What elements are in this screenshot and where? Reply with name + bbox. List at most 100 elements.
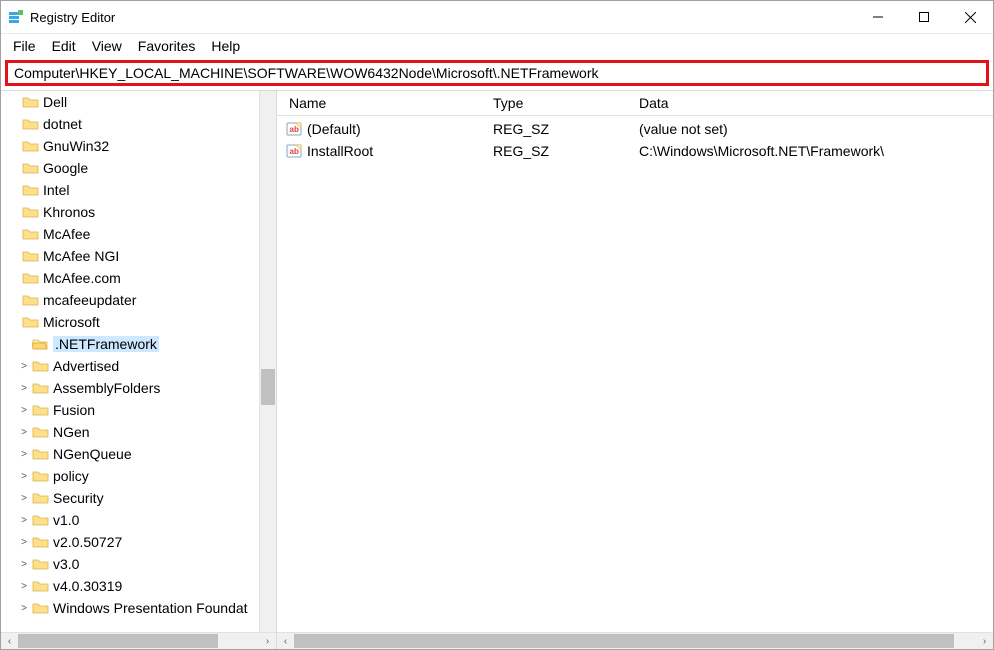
menu-edit[interactable]: Edit: [44, 36, 84, 56]
chevron-right-icon[interactable]: >: [17, 581, 31, 592]
folder-icon: [31, 490, 49, 506]
column-name[interactable]: Name: [281, 91, 485, 115]
list-body: ab(Default)REG_SZ(value not set)abInstal…: [277, 116, 993, 632]
value-name: InstallRoot: [307, 143, 373, 159]
menu-favorites[interactable]: Favorites: [130, 36, 204, 56]
menu-help[interactable]: Help: [203, 36, 248, 56]
tree-item-label: Khronos: [43, 204, 95, 220]
maximize-button[interactable]: [901, 1, 947, 33]
folder-icon: [21, 292, 39, 308]
chevron-right-icon[interactable]: >: [17, 537, 31, 548]
tree-item[interactable]: >AssemblyFolders: [1, 377, 259, 399]
folder-icon: [21, 270, 39, 286]
folder-icon: [21, 204, 39, 220]
chevron-right-icon[interactable]: >: [17, 603, 31, 614]
chevron-right-icon[interactable]: >: [17, 405, 31, 416]
tree-item[interactable]: > policy: [1, 465, 259, 487]
folder-icon: [31, 446, 49, 462]
tree-item[interactable]: > NGen: [1, 421, 259, 443]
list-header: Name Type Data: [277, 91, 993, 116]
tree-item[interactable]: dotnet: [1, 113, 259, 135]
tree-item[interactable]: Google: [1, 157, 259, 179]
folder-icon: [21, 182, 39, 198]
column-data[interactable]: Data: [631, 91, 993, 115]
tree-horizontal-scrollbar[interactable]: ‹ ›: [1, 632, 276, 649]
tree-item[interactable]: >v1.0: [1, 509, 259, 531]
folder-icon: [31, 380, 49, 396]
tree-item[interactable]: > v3.0: [1, 553, 259, 575]
folder-icon: [31, 578, 49, 594]
tree-item[interactable]: mcafeeupdater: [1, 289, 259, 311]
chevron-right-icon[interactable]: >: [17, 383, 31, 394]
scroll-left-icon[interactable]: ‹: [277, 633, 294, 650]
tree-item[interactable]: > Windows Presentation Foundat: [1, 597, 259, 619]
folder-icon: [31, 556, 49, 572]
tree-pane: Dell dotnet GnuWin32 Google Intel Khronos McAf…: [1, 91, 277, 649]
menubar: File Edit View Favorites Help: [1, 34, 993, 58]
tree-item-label: v3.0: [53, 556, 79, 572]
tree-item[interactable]: >NGenQueue: [1, 443, 259, 465]
address-bar[interactable]: [5, 60, 989, 86]
tree-item[interactable]: >Security: [1, 487, 259, 509]
window-title: Registry Editor: [30, 10, 855, 25]
scroll-right-icon[interactable]: ›: [976, 633, 993, 650]
tree-item[interactable]: GnuWin32: [1, 135, 259, 157]
tree-item-label: NGen: [53, 424, 90, 440]
tree-item-label: dotnet: [43, 116, 82, 132]
chevron-right-icon[interactable]: >: [17, 493, 31, 504]
tree-item-label: Google: [43, 160, 88, 176]
titlebar[interactable]: Registry Editor: [1, 1, 993, 34]
menu-view[interactable]: View: [84, 36, 130, 56]
tree-item-label: v2.0.50727: [53, 534, 122, 550]
scrollbar-thumb[interactable]: [18, 634, 218, 648]
tree-item[interactable]: >Fusion: [1, 399, 259, 421]
tree-item-label: v4.0.30319: [53, 578, 122, 594]
scrollbar-thumb[interactable]: [261, 369, 275, 405]
folder-icon: [21, 116, 39, 132]
window-buttons: [855, 1, 993, 33]
folder-icon: [31, 402, 49, 418]
scroll-left-icon[interactable]: ‹: [1, 633, 18, 650]
tree-item[interactable]: Dell: [1, 91, 259, 113]
tree-item[interactable]: Intel: [1, 179, 259, 201]
tree-vertical-scrollbar[interactable]: [259, 91, 276, 632]
tree-item[interactable]: > Advertised: [1, 355, 259, 377]
tree-item[interactable]: > v4.0.30319: [1, 575, 259, 597]
column-type[interactable]: Type: [485, 91, 631, 115]
folder-icon: [21, 314, 39, 330]
chevron-right-icon[interactable]: >: [17, 427, 31, 438]
string-value-icon: ab: [285, 143, 303, 159]
value-name: (Default): [307, 121, 361, 137]
close-button[interactable]: [947, 1, 993, 33]
tree-item[interactable]: McAfee: [1, 223, 259, 245]
chevron-right-icon[interactable]: >: [17, 361, 31, 372]
scrollbar-thumb[interactable]: [294, 634, 954, 648]
tree-item-label: policy: [53, 468, 89, 484]
menu-file[interactable]: File: [5, 36, 44, 56]
chevron-right-icon[interactable]: >: [17, 559, 31, 570]
scroll-right-icon[interactable]: ›: [259, 633, 276, 650]
chevron-right-icon[interactable]: >: [17, 471, 31, 482]
tree-item[interactable]: McAfee.com: [1, 267, 259, 289]
tree-item[interactable]: Microsoft: [1, 311, 259, 333]
tree-item-label: Microsoft: [43, 314, 100, 330]
folder-icon: [21, 94, 39, 110]
list-row[interactable]: abInstallRootREG_SZC:\Windows\Microsoft.…: [277, 140, 993, 162]
folder-icon: [21, 160, 39, 176]
tree-item[interactable]: .NETFramework: [1, 333, 259, 355]
chevron-right-icon[interactable]: >: [17, 515, 31, 526]
folder-icon: [21, 138, 39, 154]
tree-item-label: Advertised: [53, 358, 119, 374]
chevron-right-icon[interactable]: >: [17, 449, 31, 460]
value-type: REG_SZ: [485, 143, 631, 159]
tree-item[interactable]: McAfee NGI: [1, 245, 259, 267]
address-input[interactable]: [12, 64, 982, 82]
tree-item[interactable]: Khronos: [1, 201, 259, 223]
tree-item-label: Windows Presentation Foundat: [53, 600, 248, 616]
svg-text:ab: ab: [290, 125, 299, 134]
list-row[interactable]: ab(Default)REG_SZ(value not set): [277, 118, 993, 140]
tree-item-label: McAfee: [43, 226, 90, 242]
list-horizontal-scrollbar[interactable]: ‹ ›: [277, 632, 993, 649]
tree-item[interactable]: > v2.0.50727: [1, 531, 259, 553]
minimize-button[interactable]: [855, 1, 901, 33]
